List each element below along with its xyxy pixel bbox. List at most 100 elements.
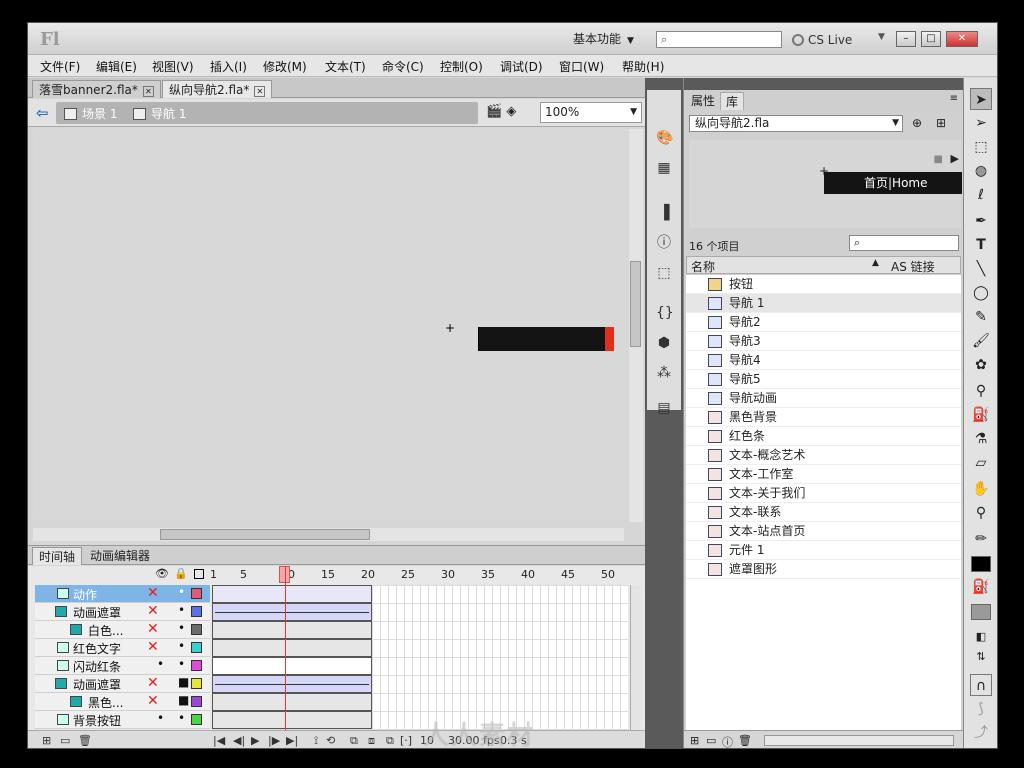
play-icon[interactable]: ▶ <box>951 152 959 165</box>
tween-span[interactable] <box>212 675 372 693</box>
list-item[interactable]: 导航 1 <box>686 294 961 313</box>
locked-icon[interactable]: ■ <box>178 675 189 689</box>
layer-color-swatch[interactable] <box>191 588 202 599</box>
properties-icon[interactable]: ⓘ <box>722 734 733 748</box>
align-icon[interactable]: ▐ <box>656 205 672 221</box>
delete-layer-icon[interactable]: 🗑 <box>78 734 92 747</box>
library-horizontal-scrollbar[interactable] <box>764 735 954 746</box>
onion-skin-icon[interactable]: ⧉ <box>350 734 358 748</box>
hide-x-icon[interactable]: ✕ <box>147 639 159 655</box>
color-palette-icon[interactable]: 🎨 <box>656 130 673 146</box>
keyframe-sequence[interactable] <box>212 657 372 675</box>
deco-tool-icon[interactable]: ✿ <box>970 354 992 376</box>
edit-symbol-icon[interactable]: ◈ <box>506 104 516 119</box>
layer-row[interactable]: 背景按钮 • • <box>35 711 210 729</box>
frame-span[interactable] <box>212 693 372 711</box>
sort-icon[interactable]: ▲ <box>872 258 879 268</box>
layer-color-swatch[interactable] <box>191 624 202 635</box>
menu-file[interactable]: 文件(F) <box>40 58 80 75</box>
next-frame-icon[interactable]: |▶ <box>268 734 280 747</box>
pencil-tool-icon[interactable]: ✎ <box>970 306 992 328</box>
bone-tool-icon[interactable]: ⚲ <box>970 380 992 402</box>
project-icon[interactable]: ▤ <box>656 400 672 416</box>
cs-live-dropdown-icon[interactable]: ▼ <box>878 32 885 42</box>
layer-color-swatch[interactable] <box>191 642 202 653</box>
list-item[interactable]: 导航4 <box>686 351 961 370</box>
swatches-icon[interactable]: ▦ <box>656 160 672 176</box>
library-search-input[interactable]: ⌕ <box>849 235 959 251</box>
list-item[interactable]: 黑色背景 <box>686 408 961 427</box>
list-item[interactable]: 文本-概念艺术 <box>686 446 961 465</box>
eyedropper-tool-icon[interactable]: ⚗ <box>970 428 992 450</box>
frame-span[interactable] <box>212 585 372 603</box>
info-icon[interactable]: ⓘ <box>656 235 672 251</box>
panel-collapse-bar[interactable] <box>684 78 964 90</box>
breadcrumb-scene[interactable]: 场景 1 <box>64 105 117 122</box>
edit-scene-icon[interactable]: 🎬 <box>486 104 502 119</box>
lock-dot[interactable]: • <box>178 639 185 653</box>
lock-dot[interactable]: • <box>178 585 185 599</box>
visible-dot[interactable]: • <box>157 711 164 725</box>
paint-bucket-tool-icon[interactable]: ⛽ <box>970 404 992 426</box>
eraser-tool-icon[interactable]: ▱ <box>970 452 992 474</box>
maximize-button[interactable]: □ <box>921 31 941 47</box>
subselection-tool-icon[interactable]: ➢ <box>970 112 992 134</box>
play-icon[interactable]: ▶ <box>251 734 259 747</box>
layer-color-swatch[interactable] <box>191 714 202 725</box>
fill-color-swatch[interactable] <box>971 604 991 620</box>
close-tab-icon[interactable]: ✕ <box>142 86 154 97</box>
3d-rotation-tool-icon[interactable]: ◍ <box>970 160 992 182</box>
swap-colors-icon[interactable]: ⇅ <box>970 646 992 668</box>
stop-icon[interactable]: ■ <box>934 154 943 165</box>
smooth-icon[interactable]: ⟆ <box>970 698 992 720</box>
layer-row[interactable]: 黑色... ✕ ■ <box>35 693 210 711</box>
pen-tool-icon[interactable]: ✒ <box>970 210 992 232</box>
lock-dot[interactable]: • <box>178 603 185 617</box>
hide-x-icon[interactable]: ✕ <box>147 693 159 709</box>
hide-x-icon[interactable]: ✕ <box>147 603 159 619</box>
list-item[interactable]: 文本-关于我们 <box>686 484 961 503</box>
straighten-icon[interactable]: ⤴ <box>970 722 992 744</box>
scroll-thumb[interactable] <box>630 261 641 347</box>
last-frame-icon[interactable]: ▶| <box>286 734 298 747</box>
hand-tool-icon[interactable]: ✋ <box>970 478 992 500</box>
zoom-tool-icon[interactable]: ⚲ <box>970 502 992 524</box>
hide-x-icon[interactable]: ✕ <box>147 585 159 601</box>
workspace-switcher[interactable]: 基本功能 ▼ <box>573 29 634 49</box>
outline-icon[interactable] <box>194 569 204 579</box>
tab-properties[interactable]: 属性 <box>686 92 720 110</box>
help-search-input[interactable]: ⌕ <box>656 31 782 48</box>
tab-motion-editor[interactable]: 动画编辑器 <box>84 547 156 565</box>
snap-to-objects-icon[interactable]: ∩ <box>970 674 992 696</box>
minimize-button[interactable]: – <box>896 31 916 47</box>
lock-dot[interactable]: • <box>178 621 185 635</box>
layer-color-swatch[interactable] <box>191 660 202 671</box>
stage-vertical-scrollbar[interactable] <box>629 129 643 522</box>
doc-tab-nav[interactable]: 纵向导航2.fla* ✕ <box>162 80 273 98</box>
new-library-panel-icon[interactable]: ⊞ <box>936 116 946 130</box>
list-item[interactable]: 遮罩图形 <box>686 560 961 579</box>
layer-row[interactable]: 动画遮罩 ✕ • <box>35 603 210 621</box>
frame-span[interactable] <box>212 639 372 657</box>
first-frame-icon[interactable]: |◀ <box>213 734 225 747</box>
center-frame-icon[interactable]: ⟟ <box>314 734 318 748</box>
zoom-select[interactable]: 100% ▼ <box>540 102 642 123</box>
list-item[interactable]: 导航2 <box>686 313 961 332</box>
layer-row[interactable]: 闪动红条 • • <box>35 657 210 675</box>
list-item[interactable]: 文本-联系 <box>686 503 961 522</box>
list-item[interactable]: 红色条 <box>686 427 961 446</box>
hide-x-icon[interactable]: ✕ <box>147 621 159 637</box>
tab-timeline[interactable]: 时间轴 <box>32 547 83 565</box>
components-icon[interactable]: ⬢ <box>656 335 672 351</box>
brush-tool-icon[interactable]: 🖌 <box>970 330 992 352</box>
frame-grid[interactable] <box>212 585 628 730</box>
onion-outline-icon[interactable]: ⧈ <box>368 734 375 748</box>
actions-icon[interactable]: {} <box>656 305 674 321</box>
menu-help[interactable]: 帮助(H) <box>622 58 664 75</box>
list-item[interactable]: 导航动画 <box>686 389 961 408</box>
new-folder-icon[interactable]: ▭ <box>706 734 716 747</box>
black-white-icon[interactable]: ◧ <box>970 626 992 648</box>
layer-row[interactable]: 白色... ✕ • <box>35 621 210 639</box>
menu-modify[interactable]: 修改(M) <box>263 58 307 75</box>
delete-icon[interactable]: 🗑 <box>738 734 752 747</box>
